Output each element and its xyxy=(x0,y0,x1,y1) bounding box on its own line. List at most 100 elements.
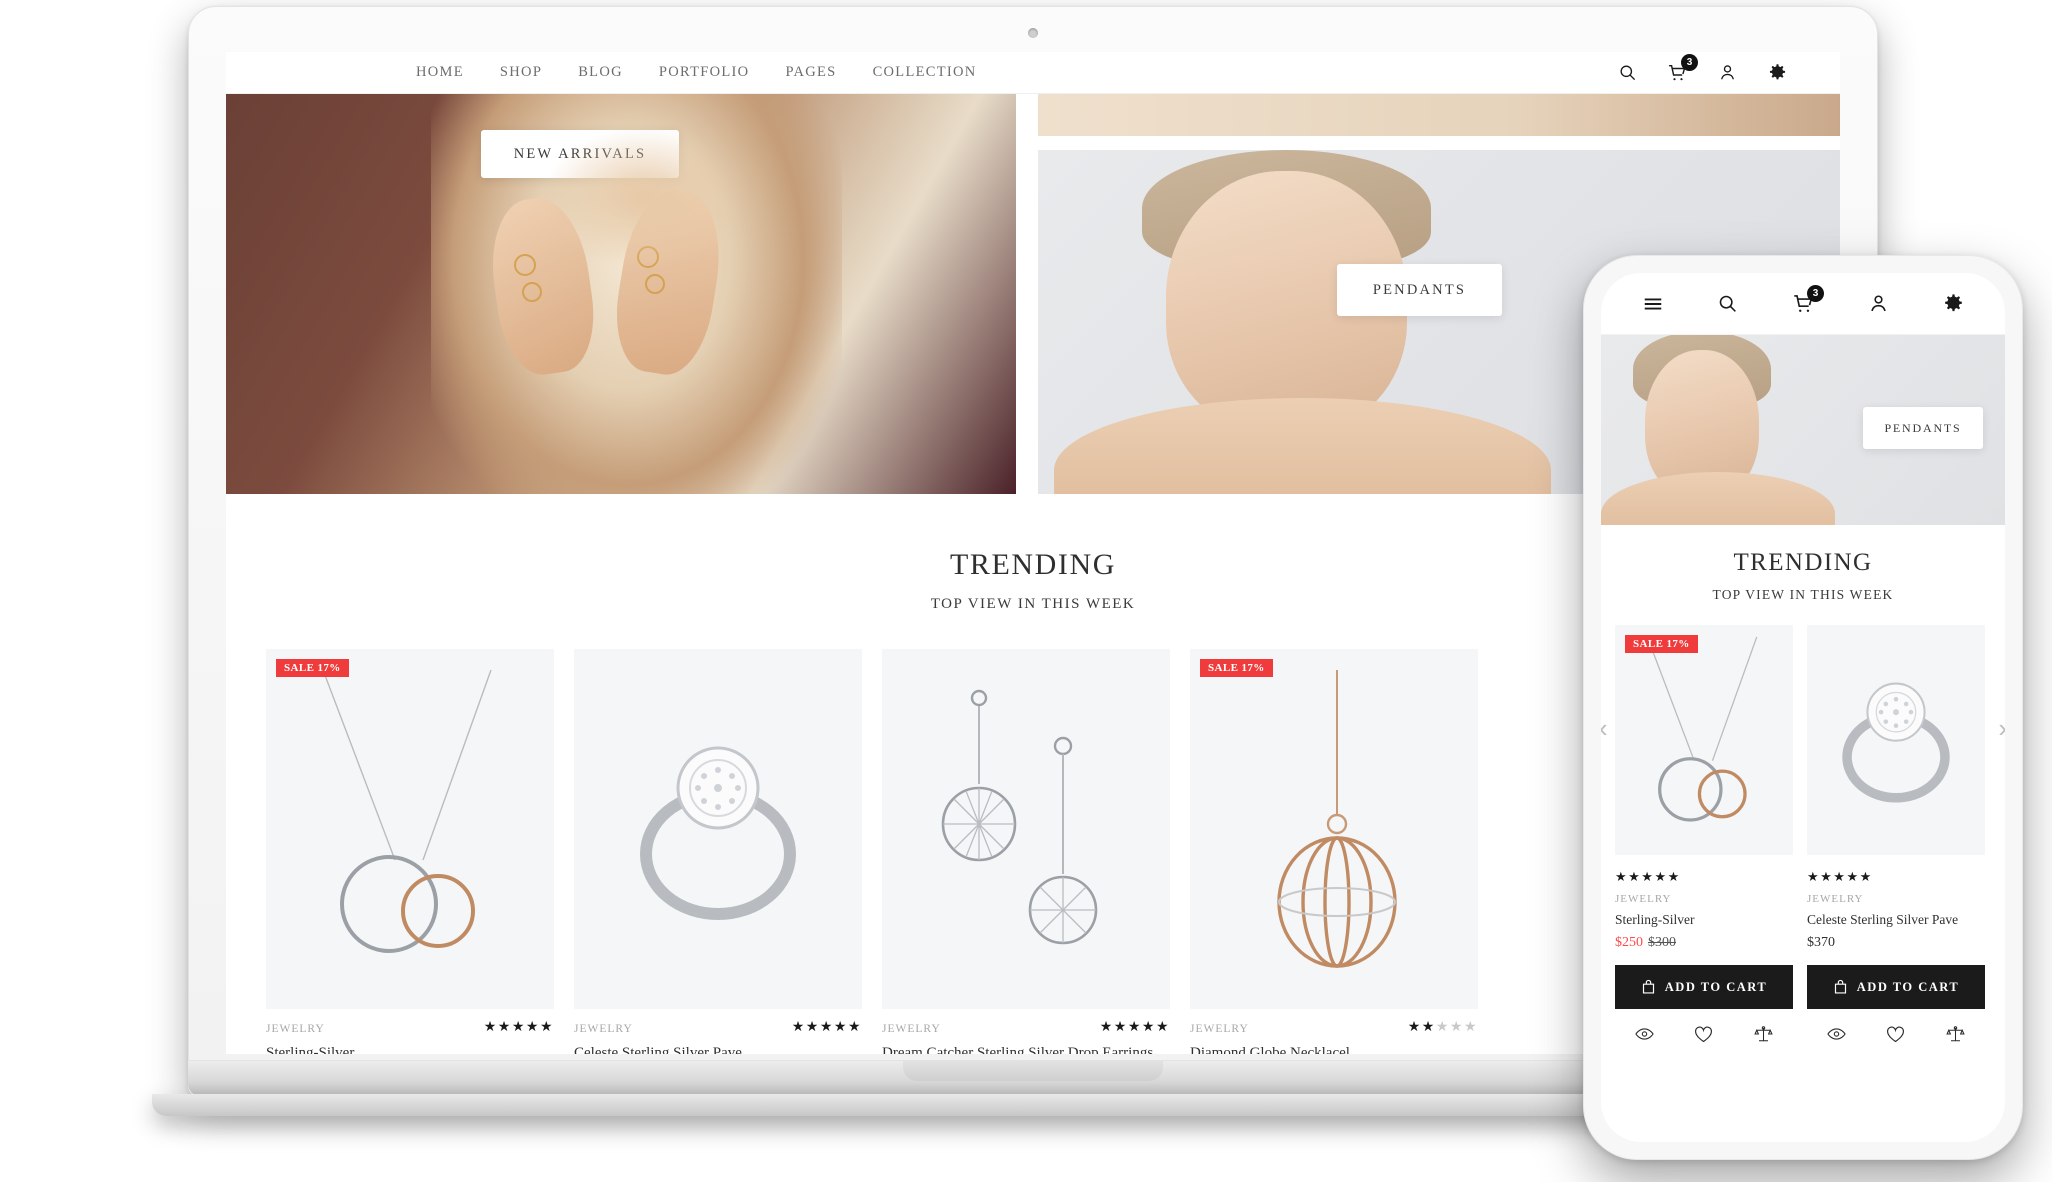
laptop-notch xyxy=(903,1061,1163,1081)
sale-badge: SALE 17% xyxy=(1625,635,1698,653)
desktop-header-icons: 3 xyxy=(1616,53,1788,84)
mobile-pendants-button[interactable]: PENDANTS xyxy=(1863,407,1983,449)
compare-scales-icon[interactable] xyxy=(1754,1025,1773,1048)
nav-item-home[interactable]: HOME xyxy=(416,64,464,81)
product-meta: JEWELRY ★★★★★ Sterling-Silver $250$300 A… xyxy=(266,1009,554,1054)
mobile-product-rating: ★★★★★ xyxy=(1615,869,1681,884)
pave-ring-illustration xyxy=(640,746,796,920)
webcam-icon xyxy=(1028,28,1038,38)
product-image[interactable]: SALE 17% xyxy=(1190,649,1478,1009)
mobile-hero-banner[interactable]: PENDANTS xyxy=(1601,335,2005,525)
cart-icon[interactable]: 3 xyxy=(1666,53,1698,84)
mobile-product-name[interactable]: Celeste Sterling Silver Pave xyxy=(1807,912,1985,928)
product-name[interactable]: Diamond Globe Necklacel xyxy=(1190,1045,1478,1054)
hero-banner-new-arrivals[interactable]: NEW ARRIVALS xyxy=(226,94,1016,494)
nav-item-portfolio[interactable]: PORTFOLIO xyxy=(659,64,750,81)
pendants-button[interactable]: PENDANTS xyxy=(1337,264,1502,316)
sale-badge: SALE 17% xyxy=(276,659,349,677)
mobile-product-category: JEWELRY xyxy=(1807,893,1864,905)
product-card[interactable]: SALE 17% JEWELRY ★★★★★ Sterling-Silver xyxy=(266,649,554,1054)
wishlist-heart-icon[interactable] xyxy=(1694,1026,1713,1048)
mobile-product-actions xyxy=(1807,1025,1985,1048)
product-rating: ★★★★★ xyxy=(791,1020,862,1035)
mobile-product-card[interactable]: ★★★★★ JEWELRY Celeste Sterling Silver Pa… xyxy=(1807,625,1985,1048)
mobile-carousel-prev-arrow[interactable]: ‹ xyxy=(1601,715,1608,741)
quick-view-icon[interactable] xyxy=(1635,1027,1654,1046)
mobile-old-price: $300 xyxy=(1648,935,1676,950)
gear-icon[interactable] xyxy=(1942,293,1964,315)
compare-scales-icon[interactable] xyxy=(1946,1025,1965,1048)
mobile-add-to-cart-button[interactable]: ADD TO CART xyxy=(1807,965,1985,1009)
mobile-sale-price: $250 xyxy=(1615,935,1643,950)
mobile-add-to-cart-label: ADD TO CART xyxy=(1664,979,1768,994)
mobile-trending-title: TRENDING xyxy=(1733,549,1873,576)
product-meta: JEWELRY ★★★★★ Dream Catcher Sterling Sil… xyxy=(882,1009,1170,1054)
globe-necklace-illustration xyxy=(1277,670,1397,968)
sale-badge: SALE 17% xyxy=(1200,659,1273,677)
double-circle-necklace-illustration xyxy=(1646,636,1758,822)
mobile-product-category: JEWELRY xyxy=(1615,893,1672,905)
mobile-product-carousel: ‹ › SALE 17% ★★★★★ JEWELRY Sterl xyxy=(1601,603,2005,1048)
mobile-header: 3 xyxy=(1601,273,2005,335)
hero-ring-3 xyxy=(636,246,659,268)
cart-count-badge: 3 xyxy=(1806,284,1824,302)
hero-model-hand-right xyxy=(607,183,730,381)
desktop-nav[interactable]: HOME SHOP BLOG PORTFOLIO PAGES COLLECTIO… xyxy=(416,64,977,81)
product-meta: JEWELRY ★★★★★ Diamond Globe Necklacel $4… xyxy=(1190,1009,1478,1054)
mobile-add-to-cart-button[interactable]: ADD TO CART xyxy=(1615,965,1793,1009)
mobile-product-price: $370 xyxy=(1807,935,1985,951)
drop-earrings-illustration xyxy=(941,689,1098,945)
mobile-regular-price: $370 xyxy=(1807,935,1835,950)
product-card[interactable]: JEWELRY ★★★★★ Dream Catcher Sterling Sil… xyxy=(882,649,1170,1054)
nav-item-blog[interactable]: BLOG xyxy=(578,64,623,81)
nav-item-shop[interactable]: SHOP xyxy=(500,64,542,81)
product-image[interactable]: SALE 17% xyxy=(266,649,554,1009)
product-card[interactable]: JEWELRY ★★★★★ Celeste Sterling Silver Pa… xyxy=(574,649,862,1054)
hero-top-strip xyxy=(1038,94,1840,136)
pave-ring-illustration xyxy=(1842,682,1950,803)
mobile-product-image[interactable]: SALE 17% xyxy=(1615,625,1793,855)
nav-item-collection[interactable]: COLLECTION xyxy=(873,64,977,81)
mobile-trending-subtitle: TOP VIEW IN THIS WEEK xyxy=(1712,587,1894,602)
mobile-product-card[interactable]: SALE 17% ★★★★★ JEWELRY Sterling-Silver $… xyxy=(1615,625,1793,1048)
product-rating: ★★★★★ xyxy=(483,1020,554,1035)
mobile-product-rating: ★★★★★ xyxy=(1807,869,1873,884)
mobile-carousel-next-arrow[interactable]: › xyxy=(1998,715,2005,741)
mobile-product-actions xyxy=(1615,1025,1793,1048)
mobile-product-image[interactable] xyxy=(1807,625,1985,855)
quick-view-icon[interactable] xyxy=(1827,1027,1846,1046)
product-name[interactable]: Celeste Sterling Silver Pave xyxy=(574,1045,862,1054)
mobile-add-to-cart-label: ADD TO CART xyxy=(1856,979,1960,994)
product-card[interactable]: SALE 17% JEWELRY ★★★★★ Diamond Globe Nec… xyxy=(1190,649,1478,1054)
mobile-trending-header: TRENDING TOP VIEW IN THIS WEEK xyxy=(1601,525,2005,603)
hero-ring-4 xyxy=(644,274,665,294)
menu-icon[interactable] xyxy=(1642,293,1664,315)
phone-mockup: 3 PENDANTS TRENDING TOP VIEW IN THIS WEE… xyxy=(1583,255,2023,1160)
mobile-model-shoulder xyxy=(1601,471,1836,525)
product-rating: ★★★★★ xyxy=(1407,1020,1478,1035)
gear-icon[interactable] xyxy=(1766,62,1788,84)
mobile-product-name[interactable]: Sterling-Silver xyxy=(1615,912,1793,928)
desktop-header: HOME SHOP BLOG PORTFOLIO PAGES COLLECTIO… xyxy=(226,52,1840,94)
user-icon[interactable] xyxy=(1716,62,1738,84)
hero-model-hand-left xyxy=(482,192,602,380)
product-name[interactable]: Dream Catcher Sterling Silver Drop Earri… xyxy=(882,1045,1170,1054)
cart-count-badge: 3 xyxy=(1681,53,1698,71)
mobile-viewport: 3 PENDANTS TRENDING TOP VIEW IN THIS WEE… xyxy=(1601,273,2005,1142)
product-image[interactable] xyxy=(882,649,1170,1009)
product-rating: ★★★★★ xyxy=(1099,1020,1170,1035)
product-image[interactable] xyxy=(574,649,862,1009)
new-arrivals-button[interactable]: NEW ARRIVALS xyxy=(481,130,679,178)
double-circle-necklace-illustration xyxy=(322,669,492,953)
search-icon[interactable] xyxy=(1616,62,1638,84)
screenshot-root: HOME SHOP BLOG PORTFOLIO PAGES COLLECTIO… xyxy=(0,0,2052,1182)
product-name[interactable]: Sterling-Silver xyxy=(266,1045,554,1054)
wishlist-heart-icon[interactable] xyxy=(1886,1026,1905,1048)
nav-item-pages[interactable]: PAGES xyxy=(785,64,836,81)
cart-icon[interactable]: 3 xyxy=(1792,284,1824,315)
product-meta: JEWELRY ★★★★★ Celeste Sterling Silver Pa… xyxy=(574,1009,862,1054)
user-icon[interactable] xyxy=(1867,293,1889,315)
hero-model-shoulder xyxy=(1054,397,1552,494)
mobile-product-price: $250 $300 xyxy=(1615,935,1793,951)
search-icon[interactable] xyxy=(1717,293,1739,315)
